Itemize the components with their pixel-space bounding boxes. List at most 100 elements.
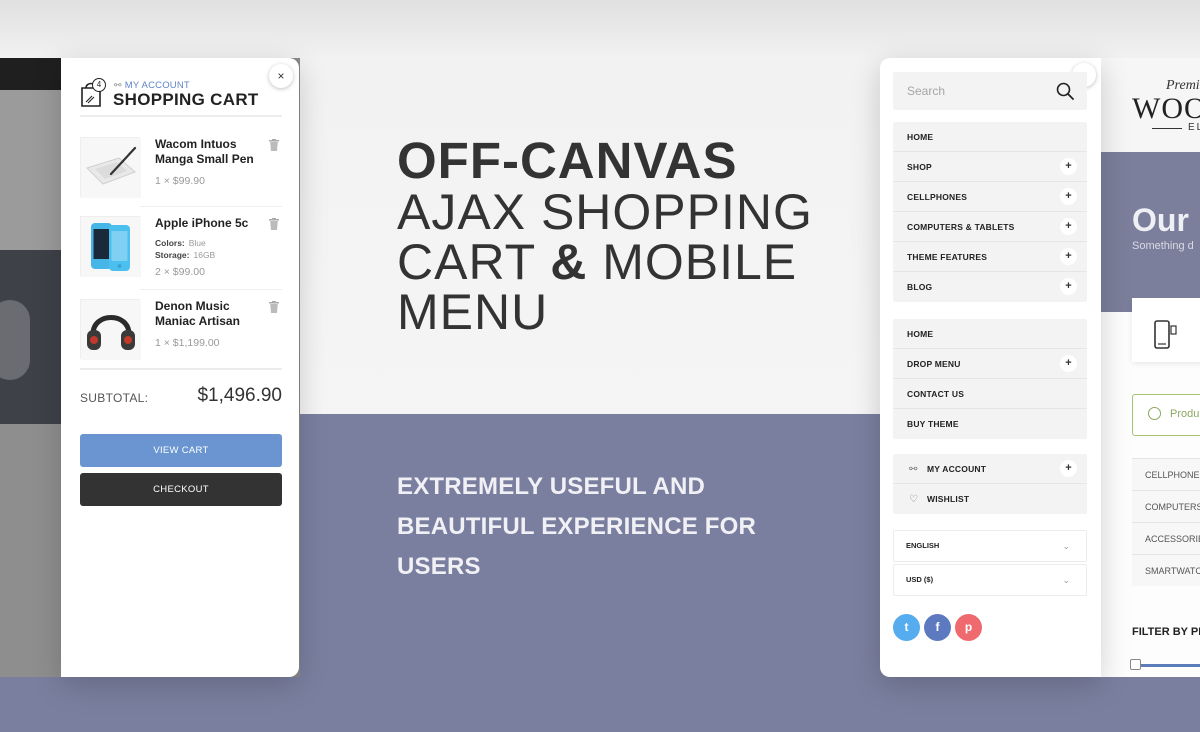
background-site-right: Premi WOO ELE Our Something d Produ CELL… xyxy=(1100,58,1200,677)
site-price-slider xyxy=(1136,664,1200,667)
attribute-label: Colors: xyxy=(155,238,185,248)
chevron-down-icon: ⌄ xyxy=(1062,541,1070,551)
menu-item-theme-features[interactable]: THEME FEATURES + xyxy=(893,242,1087,272)
product-thumbnail[interactable] xyxy=(80,216,141,277)
menu-item-label: SHOP xyxy=(907,162,932,172)
menu-item-label: BUY THEME xyxy=(907,419,959,429)
search-icon[interactable] xyxy=(1056,82,1074,100)
expand-plus-icon[interactable]: + xyxy=(1060,355,1077,372)
expand-plus-icon[interactable]: + xyxy=(1060,278,1077,295)
site-price-slider-handle xyxy=(1130,659,1141,670)
menu-item-drop-menu[interactable]: DROP MENU + xyxy=(893,349,1087,379)
expand-plus-icon[interactable]: + xyxy=(1060,460,1077,477)
close-cart-button[interactable]: × xyxy=(269,64,293,88)
cart-items-bottom-divider xyxy=(80,368,282,370)
currency-select[interactable]: USD ($) ⌄ xyxy=(893,564,1087,596)
menu-item-contact-us[interactable]: CONTACT US xyxy=(893,379,1087,409)
iphone-thumbnail-icon xyxy=(81,217,141,277)
off-canvas-mobile-menu: × HOME SHOP+ CELLPHONES+ COMPUTERS & TAB… xyxy=(880,58,1101,677)
menu-item-home[interactable]: HOME xyxy=(893,122,1087,152)
menu-item-computers-tablets[interactable]: COMPUTERS & TABLETS + xyxy=(893,212,1087,242)
menu-item-label: THEME FEATURES xyxy=(907,252,988,262)
menu-item-my-account[interactable]: ⚯ MY ACCOUNT + xyxy=(893,454,1087,484)
search-input[interactable] xyxy=(893,72,1053,110)
site-band xyxy=(0,424,62,677)
user-icon: ⚯ xyxy=(114,80,122,90)
site-hero-title: Our xyxy=(1132,202,1189,238)
site-category: ACCESSORIES xyxy=(1132,522,1200,554)
twitter-icon[interactable]: t xyxy=(893,614,920,641)
trash-icon[interactable] xyxy=(269,139,279,151)
cart-item-name[interactable]: Wacom Intuos Manga Small Pen xyxy=(155,137,265,167)
menu-item-label: WISHLIST xyxy=(927,494,970,504)
site-filter-label: FILTER BY PR xyxy=(1132,626,1200,638)
menu-group-secondary: HOME DROP MENU + CONTACT US BUY THEME xyxy=(893,319,1087,439)
headline-word: CART xyxy=(397,234,551,290)
cart-item-qty-price: 2 × $99.00 xyxy=(155,266,205,278)
menu-item-label: BLOG xyxy=(907,282,933,292)
site-band xyxy=(0,90,62,250)
pinterest-icon[interactable]: p xyxy=(955,614,982,641)
menu-item-label: DROP MENU xyxy=(907,359,961,369)
site-dark-band xyxy=(0,250,62,424)
site-logo-sub: ELE xyxy=(1188,122,1200,133)
expand-plus-icon[interactable]: + xyxy=(1060,158,1077,175)
site-product-text: Produ xyxy=(1170,408,1200,420)
cart-item-name[interactable]: Apple iPhone 5c xyxy=(155,216,265,231)
site-hero: Our Something d xyxy=(1100,152,1200,312)
site-logo: WOO xyxy=(1132,92,1200,125)
menu-item-label: CONTACT US xyxy=(907,389,965,399)
expand-plus-icon[interactable]: + xyxy=(1060,188,1077,205)
menu-item-label: HOME xyxy=(907,132,934,142)
product-thumbnail[interactable] xyxy=(80,299,141,360)
site-category: SMARTWATCH xyxy=(1132,554,1200,586)
headphones-thumbnail-icon xyxy=(81,300,141,360)
cart-title: SHOPPING CART xyxy=(113,90,259,109)
chevron-down-icon: ⌄ xyxy=(1062,575,1070,585)
cart-item-attribute: Colors: Blue xyxy=(155,238,206,248)
headline-ampersand: & xyxy=(550,234,588,290)
cart-item-name[interactable]: Denon Music Maniac Artisan xyxy=(155,299,265,329)
trash-icon[interactable] xyxy=(269,301,279,313)
headline-line: MENU xyxy=(397,284,549,340)
subtotal-label: SUBTOTAL: xyxy=(80,391,149,405)
menu-item-label: CELLPHONES xyxy=(907,192,968,202)
phone-icon xyxy=(1154,320,1177,349)
subtotal-value: $1,496.90 xyxy=(197,385,282,406)
headline-line: AJAX SHOPPING xyxy=(397,184,813,240)
facebook-icon[interactable]: f xyxy=(924,614,951,641)
attribute-value: Blue xyxy=(188,238,206,248)
cart-item-attribute: Storage: 16GB xyxy=(155,250,215,260)
language-select[interactable]: ENGLISH ⌄ xyxy=(893,530,1087,562)
expand-plus-icon[interactable]: + xyxy=(1060,248,1077,265)
site-category: COMPUTERS xyxy=(1132,490,1200,522)
attribute-value: 16GB xyxy=(193,250,216,260)
cart-bag-icon: 4 xyxy=(80,78,106,108)
headline-subtitle-line: USERS xyxy=(397,553,481,580)
headline-subtitle-line: BEAUTIFUL EXPERIENCE FOR xyxy=(397,513,757,540)
menu-item-blog[interactable]: BLOG + xyxy=(893,272,1087,302)
menu-item-home-secondary[interactable]: HOME xyxy=(893,319,1087,349)
menu-item-cellphones[interactable]: CELLPHONES + xyxy=(893,182,1087,212)
expand-plus-icon[interactable]: + xyxy=(1060,218,1077,235)
menu-item-shop[interactable]: SHOP + xyxy=(893,152,1087,182)
check-icon xyxy=(1148,407,1161,420)
cart-item-divider xyxy=(140,289,282,290)
currency-value: USD ($) xyxy=(906,575,934,584)
view-cart-button[interactable]: VIEW CART xyxy=(80,434,282,467)
cart-item-qty-price: 1 × $99.90 xyxy=(155,175,205,187)
heart-icon: ♡ xyxy=(909,494,919,505)
headline-line: CART & MOBILE xyxy=(397,236,797,288)
site-category: CELLPHONES xyxy=(1132,458,1200,490)
menu-item-label: COMPUTERS & TABLETS xyxy=(907,222,1015,232)
product-thumbnail[interactable] xyxy=(80,137,141,198)
attribute-label: Storage: xyxy=(155,250,190,260)
cart-count-badge: 4 xyxy=(92,78,106,92)
cart-header-divider xyxy=(80,115,282,117)
cart-item-qty-price: 1 × $1,199.00 xyxy=(155,337,220,349)
checkout-button[interactable]: CHECKOUT xyxy=(80,473,282,506)
headline-subtitle-line: EXTREMELY USEFUL AND xyxy=(397,473,706,500)
menu-item-buy-theme[interactable]: BUY THEME xyxy=(893,409,1087,439)
menu-item-wishlist[interactable]: ♡ WISHLIST xyxy=(893,484,1087,514)
trash-icon[interactable] xyxy=(269,218,279,230)
